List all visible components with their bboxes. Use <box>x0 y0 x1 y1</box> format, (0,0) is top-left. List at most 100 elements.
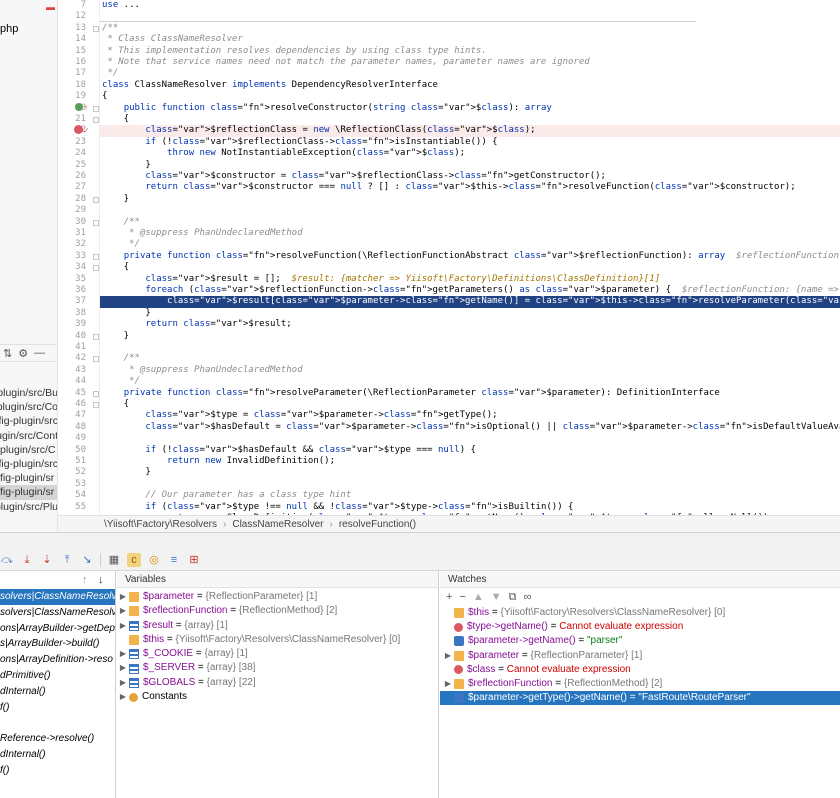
code-editor[interactable]: use ... /** * Class ClassNameResolver * T… <box>100 0 840 515</box>
editor-gutter[interactable]: 7121314151617181920212223242526272829303… <box>58 0 100 515</box>
code-line[interactable]: * Note that service names need not match… <box>100 57 840 68</box>
glasses-icon[interactable]: ∞ <box>524 591 532 603</box>
move-down-icon[interactable]: ▼ <box>491 591 502 603</box>
breadcrumb-method[interactable]: resolveFunction() <box>339 519 416 530</box>
code-line[interactable]: foreach (class="var">$reflectionFunction… <box>100 285 840 296</box>
code-line[interactable]: } <box>100 194 840 205</box>
code-line[interactable] <box>100 433 840 444</box>
stack-frame[interactable]: dInternal() <box>0 684 115 700</box>
code-line[interactable]: if (!class="var">$hasDefault && class="v… <box>100 445 840 456</box>
implements-marker-icon[interactable] <box>75 103 83 111</box>
code-line[interactable]: /** <box>100 23 840 34</box>
stack-frame[interactable]: ons|ArrayDefinition->reso <box>0 652 115 668</box>
add-watch-icon[interactable]: + <box>446 591 452 603</box>
expand-arrow-icon[interactable]: ▶ <box>117 690 129 704</box>
code-line[interactable]: * Class ClassNameResolver <box>100 34 840 45</box>
expand-arrow-icon[interactable]: ▶ <box>117 590 129 604</box>
code-line[interactable]: if (!class="var">$reflectionClass->class… <box>100 137 840 148</box>
code-line[interactable]: * @suppress PhanUndeclaredMethod <box>100 365 840 376</box>
code-line[interactable]: /** <box>100 353 840 364</box>
project-file-item[interactable]: fig-plugin/sr <box>0 485 57 500</box>
variable-row[interactable]: ▶ $result = {array} [1] <box>117 619 438 633</box>
fold-marker-icon[interactable] <box>93 356 99 363</box>
breadcrumb-class[interactable]: ClassNameResolver <box>232 519 323 530</box>
project-file-item[interactable]: nfig-plugin/src <box>0 457 57 471</box>
project-file-item[interactable]: fig-plugin/sr <box>0 471 57 485</box>
stack-frame[interactable]: dInternal() <box>0 747 115 763</box>
code-line[interactable]: } <box>100 160 840 171</box>
stack-frame[interactable]: solvers|ClassNameResolv <box>0 589 115 605</box>
code-line[interactable]: } <box>100 467 840 478</box>
copy-icon[interactable]: ⧉ <box>509 591 517 604</box>
stack-frame[interactable]: f() <box>0 700 115 716</box>
code-line[interactable]: */ <box>100 68 840 79</box>
expand-arrow-icon[interactable]: ▶ <box>442 677 454 691</box>
stack-frame[interactable]: s|ArrayBuilder->build() <box>0 636 115 652</box>
code-line[interactable]: private function class="fn">resolveParam… <box>100 388 840 399</box>
code-line[interactable]: use ... <box>100 0 840 11</box>
project-file-item[interactable]: plugin/src/Plu <box>0 500 57 514</box>
stack-frame[interactable]: f() <box>0 763 115 779</box>
force-step-into-icon[interactable]: ⇣ <box>40 553 54 567</box>
expand-arrow-icon[interactable]: ▶ <box>117 676 129 690</box>
expand-arrow-icon[interactable]: ▶ <box>117 604 129 618</box>
variable-row[interactable]: ▶ $_SERVER = {array} [38] <box>117 661 438 675</box>
code-line[interactable]: // Our parameter has a class type hint <box>100 490 840 501</box>
stack-frame[interactable]: Reference->resolve() <box>0 731 115 747</box>
watch-row[interactable]: $this = {Yiisoft\Factory\Resolvers\Class… <box>440 606 840 620</box>
code-line[interactable] <box>100 205 840 216</box>
settings-icon[interactable]: ⊞ <box>187 553 201 567</box>
project-file-item[interactable]: fig-plugin/src <box>0 414 57 428</box>
variable-row[interactable]: ▶ $reflectionFunction = {ReflectionMethod… <box>117 604 438 618</box>
breakpoint-line[interactable]: class="var">$reflectionClass = new \Refl… <box>100 125 840 137</box>
frames-icon[interactable]: c <box>127 552 141 567</box>
code-line[interactable]: } <box>100 308 840 319</box>
watch-row[interactable]: $parameter->getName() = "parser" <box>440 634 840 648</box>
code-line[interactable]: class="var">$type = class="var">$paramet… <box>100 410 840 421</box>
step-into-icon[interactable]: ⤓ <box>20 553 34 567</box>
stack-frame[interactable]: solvers|ClassNameResolv <box>0 605 115 621</box>
code-line[interactable]: { <box>100 399 840 410</box>
fold-marker-icon[interactable] <box>93 253 99 260</box>
remove-watch-icon[interactable]: − <box>459 591 465 603</box>
fold-marker-icon[interactable] <box>93 390 99 397</box>
project-file-name[interactable]: php <box>0 23 18 35</box>
fold-marker-icon[interactable] <box>93 402 99 408</box>
watch-icon[interactable]: ◎ <box>147 553 161 567</box>
gear-icon[interactable]: ⚙ <box>18 347 28 360</box>
watch-row[interactable]: $type->getName() = Cannot evaluate expre… <box>440 620 840 634</box>
code-line[interactable]: class="var">$constructor = class="var">$… <box>100 171 840 182</box>
fold-marker-icon[interactable] <box>93 219 99 226</box>
current-execution-line[interactable]: class="var">$result[class="var">$paramet… <box>100 296 840 308</box>
expand-arrow-icon[interactable]: ▶ <box>117 619 129 633</box>
code-line[interactable]: class="var">$hasDefault = class="var">$p… <box>100 422 840 433</box>
code-line[interactable]: */ <box>100 239 840 250</box>
code-line[interactable] <box>100 342 840 353</box>
project-file-item[interactable]: plugin/src/Co <box>0 400 57 414</box>
variable-row[interactable]: ▶ $GLOBALS = {array} [22] <box>117 676 438 690</box>
variable-row[interactable]: $this = {Yiisoft\Factory\Resolvers\Class… <box>117 633 438 647</box>
stack-frame[interactable]: ons|ArrayBuilder->getDep <box>0 621 115 637</box>
expand-arrow-icon[interactable]: ▶ <box>117 647 129 661</box>
code-line[interactable]: * This implementation resolves dependenc… <box>100 46 840 57</box>
code-line[interactable]: */ <box>100 376 840 387</box>
code-line[interactable]: { <box>100 262 840 273</box>
code-line[interactable]: } <box>100 331 840 342</box>
frame-down-icon[interactable]: ↓ <box>98 574 104 586</box>
code-line[interactable]: * @suppress PhanUndeclaredMethod <box>100 228 840 239</box>
variable-row[interactable]: ▶ $_COOKIE = {array} [1] <box>117 647 438 661</box>
watch-row[interactable]: ▶ $parameter = {ReflectionParameter} [1] <box>440 649 840 663</box>
step-out-icon[interactable]: ⤒ <box>60 553 74 567</box>
project-file-item[interactable]: plugin/src/Bu <box>0 386 57 400</box>
move-up-icon[interactable]: ▲ <box>473 591 484 603</box>
code-line[interactable]: public function class="fn">resolveConstr… <box>100 103 840 114</box>
breakpoint-icon[interactable] <box>74 125 83 134</box>
variable-row[interactable]: ▶ Constants <box>117 690 438 704</box>
run-to-cursor-icon[interactable]: ↘ <box>80 553 94 567</box>
frame-up-icon[interactable]: ↑ <box>82 574 88 586</box>
code-line[interactable]: private function class="fn">resolveFunct… <box>100 251 840 262</box>
code-line[interactable]: /** <box>100 217 840 228</box>
fold-marker-icon[interactable] <box>93 196 99 203</box>
watch-row[interactable]: ▶ $reflectionFunction = {ReflectionMethod… <box>440 677 840 691</box>
expand-arrow-icon[interactable]: ▶ <box>442 649 454 663</box>
